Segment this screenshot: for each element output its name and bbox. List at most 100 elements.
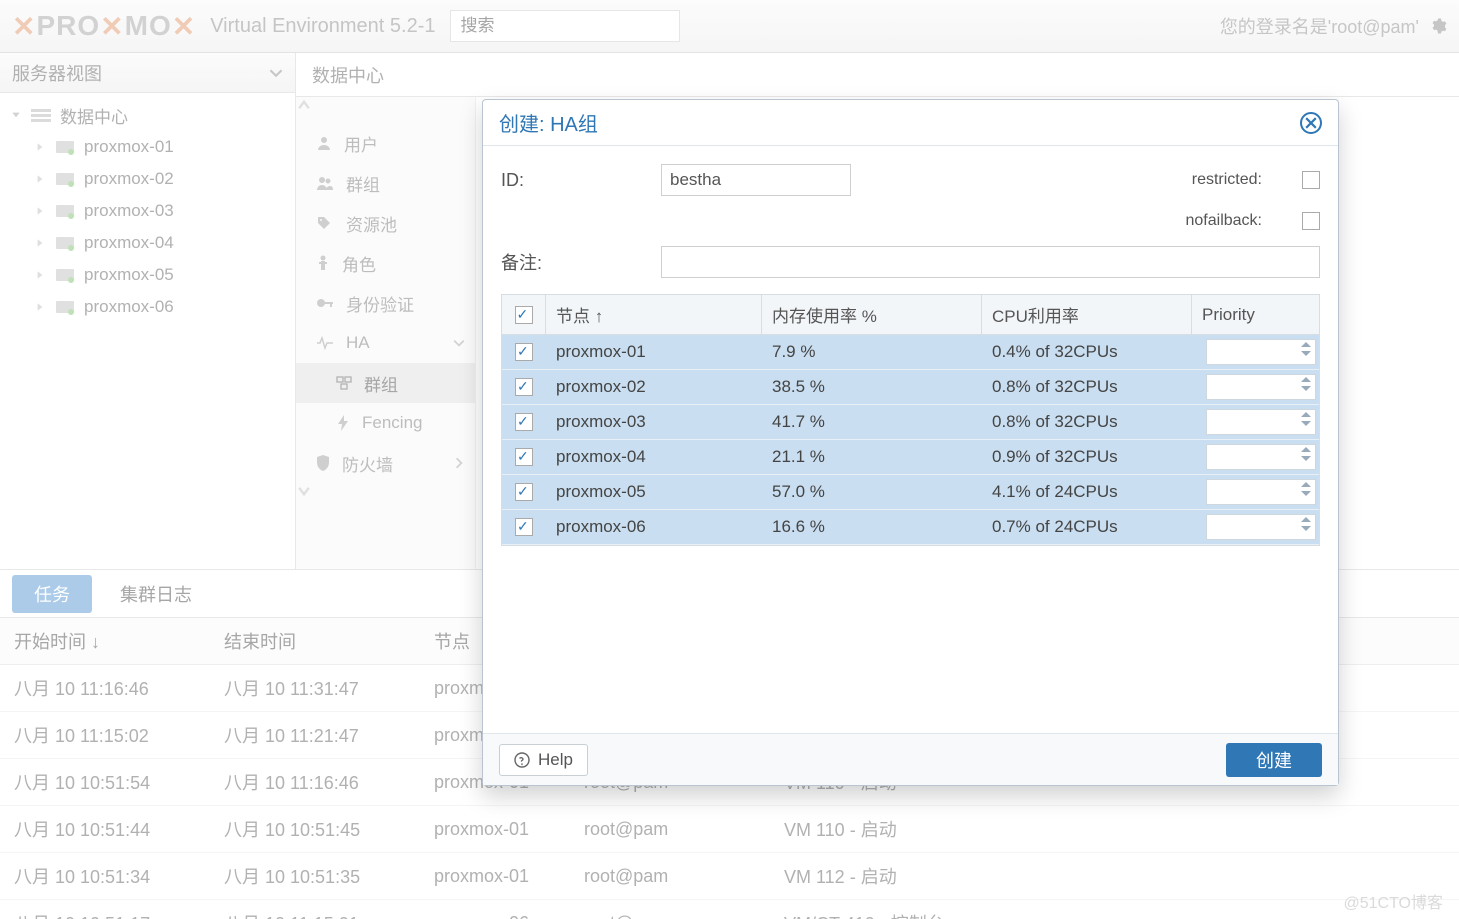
spinner-up-icon[interactable] xyxy=(1301,517,1311,522)
priority-spinner[interactable] xyxy=(1206,374,1316,400)
col-cpu[interactable]: CPU利用率 xyxy=(982,295,1192,334)
caret-right-icon xyxy=(34,269,46,281)
tree-node[interactable]: proxmox-03 xyxy=(0,195,295,227)
tree-node[interactable]: proxmox-05 xyxy=(0,259,295,291)
tree-root-label: 数据中心 xyxy=(60,103,128,128)
menu-scroll-up-icon[interactable] xyxy=(296,97,475,123)
ha-table-row[interactable]: proxmox-0421.1 %0.9% of 32CPUs xyxy=(502,440,1319,475)
tree-node-label: proxmox-03 xyxy=(84,201,174,221)
tree-root-datacenter[interactable]: 数据中心 xyxy=(0,99,295,131)
tree-node-label: proxmox-01 xyxy=(84,137,174,157)
tree-node[interactable]: proxmox-02 xyxy=(0,163,295,195)
row-checkbox[interactable] xyxy=(515,518,533,536)
menu-ha-label: HA xyxy=(346,333,370,353)
spinner-down-icon[interactable] xyxy=(1301,491,1311,496)
row-checkbox[interactable] xyxy=(515,483,533,501)
priority-spinner[interactable] xyxy=(1206,514,1316,540)
row-checkbox[interactable] xyxy=(515,343,533,361)
cell-mem: 21.1 % xyxy=(762,440,982,474)
col-priority[interactable]: Priority xyxy=(1192,295,1319,334)
menu-fencing-label: Fencing xyxy=(362,413,422,433)
ha-table-row[interactable]: proxmox-0341.7 %0.8% of 32CPUs xyxy=(502,405,1319,440)
menu-users-label: 用户 xyxy=(344,131,378,156)
gear-icon[interactable] xyxy=(1429,17,1447,35)
chevron-down-icon xyxy=(453,337,465,349)
spinner-up-icon[interactable] xyxy=(1301,342,1311,347)
cell-mem: 41.7 % xyxy=(762,405,982,439)
logo-text-2: MO xyxy=(125,10,172,42)
menu-scroll-down-icon[interactable] xyxy=(296,483,475,509)
row-checkbox[interactable] xyxy=(515,378,533,396)
cell-cpu: 4.1% of 24CPUs xyxy=(982,475,1192,509)
menu-roles[interactable]: 角色 xyxy=(296,243,475,283)
spinner-down-icon[interactable] xyxy=(1301,351,1311,356)
menu-pools[interactable]: 资源池 xyxy=(296,203,475,243)
col-end[interactable]: 结束时间 xyxy=(210,618,420,665)
id-input[interactable] xyxy=(661,164,851,196)
priority-spinner[interactable] xyxy=(1206,409,1316,435)
spinner-down-icon[interactable] xyxy=(1301,386,1311,391)
view-selector[interactable]: 服务器视图 xyxy=(0,53,295,93)
menu-ha[interactable]: HA xyxy=(296,323,475,363)
menu-users[interactable]: 用户 xyxy=(296,123,475,163)
close-icon[interactable] xyxy=(1300,112,1322,134)
restricted-checkbox[interactable] xyxy=(1302,171,1320,189)
table-row[interactable]: 八月 10 10:51:44八月 10 10:51:45proxmox-01ro… xyxy=(0,806,1459,853)
spinner-up-icon[interactable] xyxy=(1301,482,1311,487)
caret-down-icon xyxy=(10,109,22,121)
tab-tasks[interactable]: 任务 xyxy=(12,575,92,613)
ha-table-row[interactable]: proxmox-0557.0 %4.1% of 24CPUs xyxy=(502,475,1319,510)
spinner-up-icon[interactable] xyxy=(1301,447,1311,452)
caret-right-icon xyxy=(34,237,46,249)
help-button[interactable]: Help xyxy=(499,744,588,776)
tab-cluster-log[interactable]: 集群日志 xyxy=(102,575,210,613)
col-start[interactable]: 开始时间 ↓ xyxy=(0,618,210,665)
ha-table-row[interactable]: proxmox-0616.6 %0.7% of 24CPUs xyxy=(502,510,1319,545)
row-checkbox[interactable] xyxy=(515,413,533,431)
create-button[interactable]: 创建 xyxy=(1226,743,1322,777)
spinner-up-icon[interactable] xyxy=(1301,412,1311,417)
dialog-title: 创建: HA组 xyxy=(499,108,598,137)
priority-spinner[interactable] xyxy=(1206,339,1316,365)
menu-fencing[interactable]: Fencing xyxy=(296,403,475,443)
cell-node: proxmox-05 xyxy=(546,475,762,509)
menu-pools-label: 资源池 xyxy=(346,211,397,236)
nofailback-label: nofailback: xyxy=(1186,212,1263,230)
priority-spinner[interactable] xyxy=(1206,444,1316,470)
cell-cpu: 0.8% of 32CPUs xyxy=(982,405,1192,439)
table-row[interactable]: 八月 10 10:51:34八月 10 10:51:35proxmox-01ro… xyxy=(0,853,1459,900)
search-input[interactable] xyxy=(450,10,680,42)
ha-table-row[interactable]: proxmox-017.9 %0.4% of 32CPUs xyxy=(502,335,1319,370)
caret-right-icon xyxy=(34,173,46,185)
spinner-down-icon[interactable] xyxy=(1301,456,1311,461)
bolt-icon xyxy=(336,415,350,431)
role-icon xyxy=(316,255,330,271)
nofailback-checkbox[interactable] xyxy=(1302,212,1320,230)
col-node[interactable]: 节点 ↑ xyxy=(546,295,762,334)
tree-node[interactable]: proxmox-04 xyxy=(0,227,295,259)
spinner-down-icon[interactable] xyxy=(1301,421,1311,426)
top-bar: ✕ PRO ✕ MO ✕ Virtual Environment 5.2-1 您… xyxy=(0,0,1459,53)
col-mem[interactable]: 内存使用率 % xyxy=(762,295,982,334)
menu-groups-label: 群组 xyxy=(346,171,380,196)
tree-node[interactable]: proxmox-01 xyxy=(0,131,295,163)
tree-node[interactable]: proxmox-06 xyxy=(0,291,295,323)
priority-spinner[interactable] xyxy=(1206,479,1316,505)
menu-ha-groups[interactable]: 群组 xyxy=(296,363,475,403)
cell-cpu: 0.7% of 24CPUs xyxy=(982,510,1192,544)
login-info: 您的登录名是'root@pam' xyxy=(1220,13,1419,39)
remark-input[interactable] xyxy=(661,246,1320,278)
row-checkbox[interactable] xyxy=(515,448,533,466)
menu-firewall[interactable]: 防火墙 xyxy=(296,443,475,483)
spinner-down-icon[interactable] xyxy=(1301,526,1311,531)
cell-mem: 38.5 % xyxy=(762,370,982,404)
table-row[interactable]: 八月 10 10:51:17八月 10 11:15:01proxmox-06ro… xyxy=(0,900,1459,919)
menu-auth[interactable]: 身份验证 xyxy=(296,283,475,323)
ha-table-row[interactable]: proxmox-0238.5 %0.8% of 32CPUs xyxy=(502,370,1319,405)
select-all-checkbox[interactable] xyxy=(515,306,533,324)
cell-node: proxmox-06 xyxy=(546,510,762,544)
spinner-up-icon[interactable] xyxy=(1301,377,1311,382)
logo-x-left: ✕ xyxy=(12,10,36,43)
menu-firewall-label: 防火墙 xyxy=(342,451,393,476)
menu-groups[interactable]: 群组 xyxy=(296,163,475,203)
